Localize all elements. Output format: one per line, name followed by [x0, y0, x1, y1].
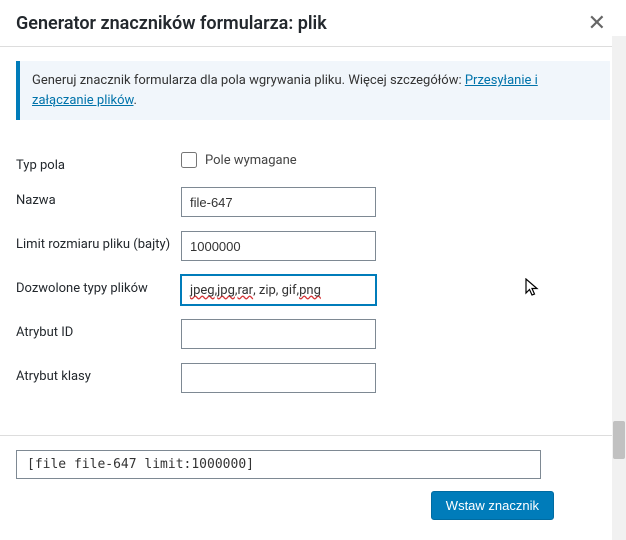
scrollbar-vertical-bottom[interactable]	[612, 420, 626, 540]
scrollbar-vertical-main[interactable]	[612, 36, 626, 420]
required-checkbox-text: Pole wymagane	[205, 153, 297, 168]
form-area: Typ pola Pole wymagane Nazwa Limit rozmi…	[0, 134, 626, 427]
insert-tag-button[interactable]: Wstaw znacznik	[431, 491, 554, 520]
close-icon: ✕	[588, 10, 606, 35]
required-checkbox[interactable]	[181, 152, 197, 168]
label-size-limit: Limit rozmiaru pliku (bajty)	[16, 231, 181, 252]
label-class: Atrybut klasy	[16, 363, 181, 384]
row-name: Nazwa	[16, 187, 610, 217]
close-button[interactable]: ✕	[584, 8, 610, 38]
label-allowed-types: Dozwolone typy plików	[16, 275, 181, 296]
label-name: Nazwa	[16, 187, 181, 208]
info-box: Generuj znacznik formularza dla pola wgr…	[16, 61, 610, 120]
row-id: Atrybut ID	[16, 319, 610, 349]
label-id: Atrybut ID	[16, 319, 181, 340]
modal-title: Generator znaczników formularza: plik	[16, 13, 327, 34]
modal-header: Generator znaczników formularza: plik ✕	[0, 0, 626, 47]
info-text-before: Generuj znacznik formularza dla pola wgr…	[32, 73, 465, 88]
name-input[interactable]	[181, 187, 376, 217]
size-limit-input[interactable]	[181, 231, 376, 261]
info-text-after: .	[134, 93, 137, 108]
allowed-types-input[interactable]: jpeg, jpg, rar, zip, gif, png	[181, 275, 376, 305]
row-size-limit: Limit rozmiaru pliku (bajty)	[16, 231, 610, 261]
scroll-thumb[interactable]	[613, 421, 625, 459]
label-field-type: Typ pola	[16, 152, 181, 173]
bottom-area: Wstaw znacznik	[0, 435, 626, 540]
class-input[interactable]	[181, 363, 376, 393]
required-checkbox-label[interactable]: Pole wymagane	[181, 152, 610, 168]
code-output[interactable]	[16, 450, 541, 479]
row-class: Atrybut klasy	[16, 363, 610, 393]
id-input[interactable]	[181, 319, 376, 349]
row-allowed-types: Dozwolone typy plików jpeg, jpg, rar, zi…	[16, 275, 610, 305]
row-field-type: Typ pola Pole wymagane	[16, 152, 610, 173]
